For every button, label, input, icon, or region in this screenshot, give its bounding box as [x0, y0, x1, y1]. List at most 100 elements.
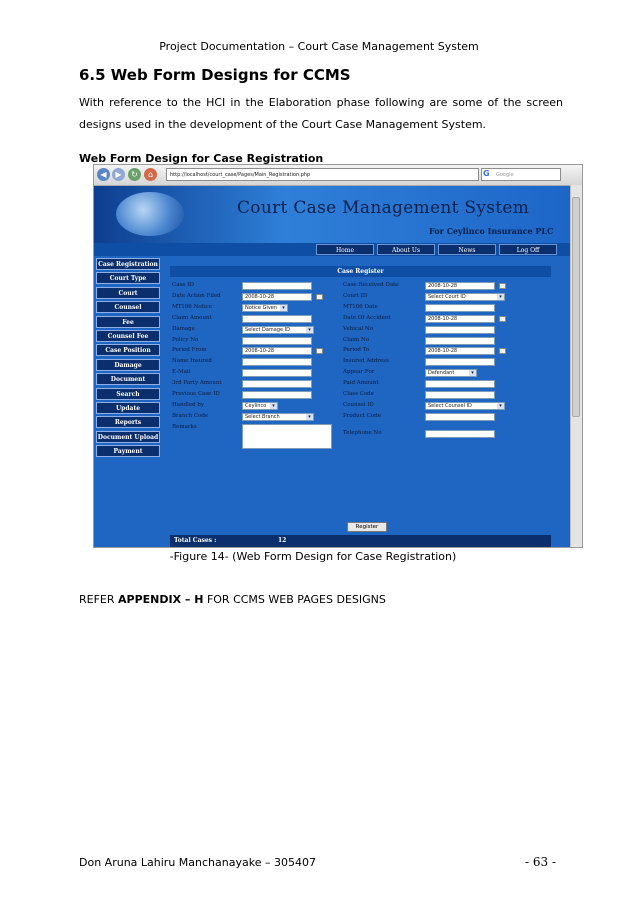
- calendar-icon[interactable]: [499, 348, 506, 355]
- form-label: Insured Address: [343, 358, 389, 365]
- nav-home[interactable]: Home: [316, 244, 374, 255]
- calendar-icon[interactable]: [316, 348, 323, 355]
- form-input[interactable]: [425, 380, 495, 389]
- form-label: Claim No: [343, 336, 370, 343]
- form-input[interactable]: 2008-10-28: [425, 314, 495, 323]
- sidebar-item-document[interactable]: Document: [96, 373, 160, 386]
- form-select[interactable]: Select Court ID: [425, 292, 505, 301]
- site-title: Court Case Management System: [237, 198, 530, 218]
- form-label: Damage: [172, 325, 195, 332]
- form-input[interactable]: 2008-10-28: [425, 282, 495, 290]
- forward-icon[interactable]: ▶: [112, 168, 125, 181]
- form-input[interactable]: 2008-10-28: [425, 347, 495, 356]
- sidebar-item-court[interactable]: Court: [96, 286, 160, 299]
- gavel-logo-icon: [116, 192, 184, 236]
- form-input[interactable]: [425, 325, 495, 334]
- form-input[interactable]: 2008-10-28: [242, 292, 312, 301]
- sidebar-item-document-upload[interactable]: Document Upload: [96, 430, 160, 443]
- refresh-icon[interactable]: ↻: [128, 168, 141, 181]
- sidebar-item-fee[interactable]: Fee: [96, 315, 160, 328]
- form-label: MT106 Date: [343, 303, 378, 310]
- form-input[interactable]: [242, 336, 312, 345]
- form-input[interactable]: [242, 369, 312, 378]
- site-banner: Court Case Management System For Ceylinc…: [94, 186, 570, 243]
- total-cases-value: 12: [278, 537, 287, 544]
- footer-author: Don Aruna Lahiru Manchanayake – 305407: [79, 856, 316, 869]
- figure-caption: -Figure 14- (Web Form Design for Case Re…: [169, 550, 457, 563]
- home-icon[interactable]: ⌂: [144, 168, 157, 181]
- register-button[interactable]: Register: [347, 522, 387, 532]
- form-label: Handled by: [172, 401, 205, 408]
- url-bar[interactable]: http://localhost/court_case/Pages/Main_R…: [166, 168, 479, 181]
- page-header: Project Documentation – Court Case Manag…: [159, 40, 479, 53]
- form-input[interactable]: [425, 429, 495, 438]
- form-label: 3rd Party Amount: [172, 380, 222, 387]
- sidebar-item-update[interactable]: Update: [96, 401, 160, 414]
- sidebar: Case Registration Court Type Court Couns…: [96, 258, 162, 459]
- appendix-reference: REFER APPENDIX – H FOR CCMS WEB PAGES DE…: [79, 593, 386, 606]
- form-label: Previous Case ID: [172, 391, 220, 397]
- form-label: Name Insured: [172, 358, 212, 365]
- site-subtitle: For Ceylinco Insurance PLC: [429, 226, 554, 236]
- total-cases-label: Total Cases :: [174, 537, 217, 544]
- form-select[interactable]: Defendant: [425, 369, 477, 378]
- form-input[interactable]: [425, 303, 495, 312]
- form-label: Period To: [343, 347, 370, 354]
- screenshot-figure: ◀ ▶ ↻ ⌂ http://localhost/court_case/Page…: [93, 164, 583, 548]
- form-input[interactable]: [425, 358, 495, 367]
- form-label: Counsel ID: [343, 401, 374, 408]
- nav-about-us[interactable]: About Us: [377, 244, 435, 255]
- form-label: Period From: [172, 347, 207, 354]
- sidebar-item-payment[interactable]: Payment: [96, 445, 160, 458]
- form-label: E-Mail: [172, 369, 191, 376]
- case-register-form: Case Register Case ID Date Action Filed 20…: [170, 266, 551, 531]
- nav-news[interactable]: News: [438, 244, 496, 255]
- calendar-icon[interactable]: [316, 293, 323, 300]
- form-label: Branch Code: [172, 412, 209, 419]
- nav-log-off[interactable]: Log Off: [499, 244, 557, 255]
- intro-paragraph: With reference to the HCI in the Elabora…: [79, 96, 563, 131]
- form-input[interactable]: [425, 391, 495, 399]
- search-box[interactable]: Google: [481, 168, 561, 181]
- ccms-site: Court Case Management System For Ceylinc…: [94, 186, 570, 547]
- sidebar-item-counsel-fee[interactable]: Counsel Fee: [96, 329, 160, 342]
- form-input[interactable]: 2008-10-28: [242, 347, 312, 356]
- form-input[interactable]: [242, 358, 312, 367]
- form-input[interactable]: [242, 314, 312, 323]
- form-label: Case ID: [172, 282, 194, 288]
- scrollbar[interactable]: [570, 185, 582, 547]
- scroll-thumb[interactable]: [572, 197, 580, 417]
- form-input[interactable]: [242, 282, 312, 290]
- total-cases-bar: Total Cases : 12: [170, 535, 551, 547]
- top-nav: Home About Us News Log Off: [94, 243, 570, 256]
- form-label: Product Code: [343, 412, 382, 419]
- sidebar-item-damage[interactable]: Damage: [96, 358, 160, 371]
- sidebar-item-search[interactable]: Search: [96, 387, 160, 400]
- form-input[interactable]: [425, 412, 495, 421]
- form-label: Policy No: [172, 336, 199, 343]
- remarks-textarea[interactable]: [242, 423, 332, 449]
- form-select[interactable]: Notice Given: [242, 303, 288, 312]
- browser-toolbar: ◀ ▶ ↻ ⌂ http://localhost/court_case/Page…: [94, 165, 582, 186]
- form-label: Case Received Date: [343, 282, 399, 288]
- sidebar-item-counsel[interactable]: Counsel: [96, 301, 160, 314]
- calendar-icon[interactable]: [499, 283, 506, 289]
- form-input[interactable]: [425, 336, 495, 345]
- form-select[interactable]: Ceylinco: [242, 401, 278, 410]
- sidebar-item-reports[interactable]: Reports: [96, 416, 160, 429]
- form-select[interactable]: Select Damage ID: [242, 325, 314, 334]
- form-label: Telephone No: [343, 429, 382, 436]
- form-select[interactable]: Select Counsel ID: [425, 401, 505, 410]
- calendar-icon[interactable]: [499, 315, 506, 322]
- back-icon[interactable]: ◀: [97, 168, 110, 181]
- sidebar-item-case-position[interactable]: Case Position: [96, 344, 160, 357]
- form-select[interactable]: Select Branch: [242, 412, 314, 421]
- sidebar-item-court-type[interactable]: Court Type: [96, 272, 160, 285]
- form-input[interactable]: [242, 380, 312, 389]
- form-label: Claim Amount: [172, 314, 212, 321]
- sidebar-item-case-registration[interactable]: Case Registration: [96, 258, 160, 270]
- form-input[interactable]: [242, 391, 312, 399]
- form-label: Court ID: [343, 292, 368, 299]
- form-title: Case Register: [170, 266, 551, 277]
- google-icon: G: [483, 169, 490, 178]
